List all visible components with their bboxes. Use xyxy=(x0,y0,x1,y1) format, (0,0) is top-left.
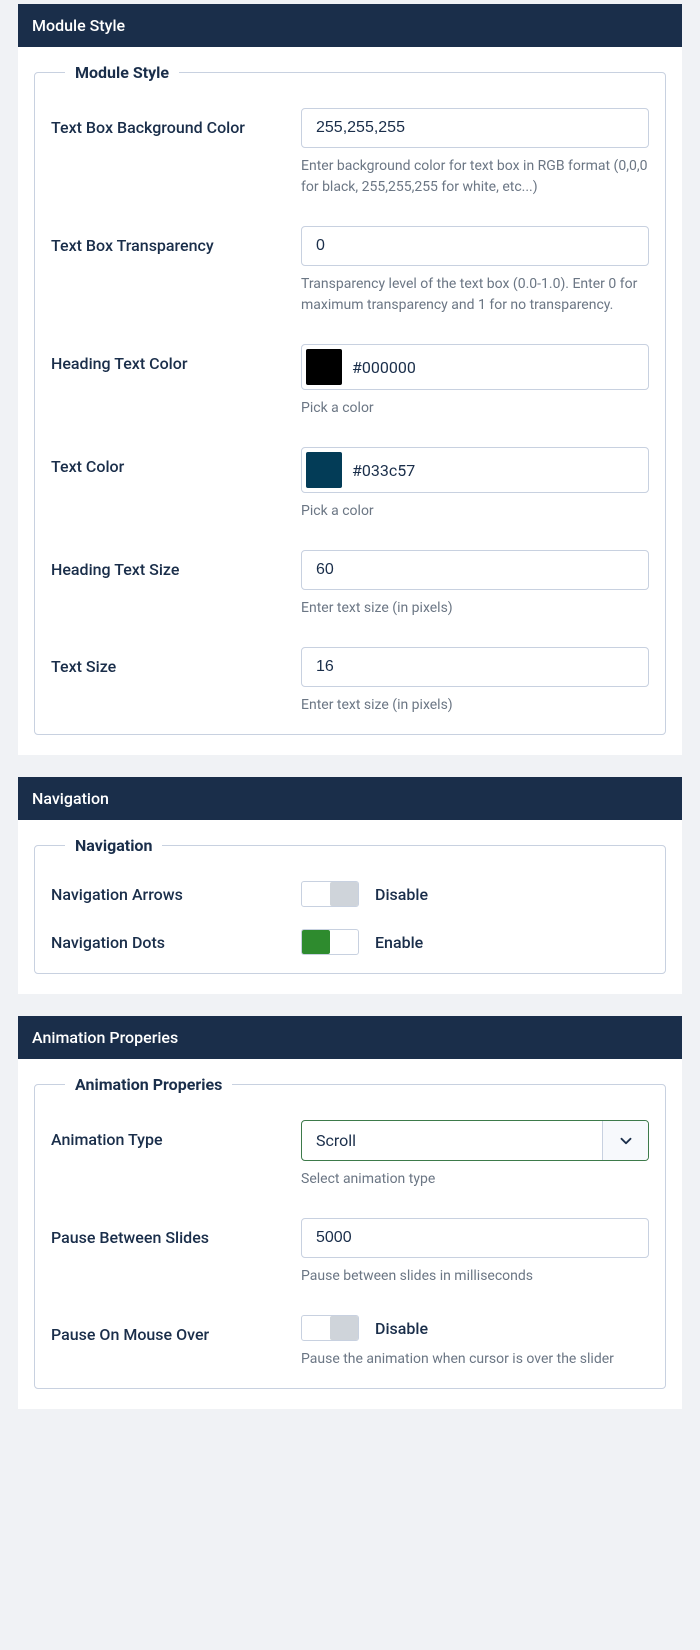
transparency-label: Text Box Transparency xyxy=(51,226,301,255)
bg-color-help: Enter background color for text box in R… xyxy=(301,156,649,198)
row-text-size: Text Size Enter text size (in pixels) xyxy=(51,647,649,716)
text-color-help: Pick a color xyxy=(301,501,649,522)
nav-dots-toggle[interactable] xyxy=(301,929,359,955)
heading-color-value: #000000 xyxy=(352,358,416,377)
nav-arrows-state: Disable xyxy=(375,885,428,904)
module-style-body: Module Style Text Box Background Color E… xyxy=(18,47,682,755)
bg-color-input[interactable] xyxy=(301,108,649,148)
animation-body: Animation Properies Animation Type Scrol… xyxy=(18,1059,682,1409)
heading-color-swatch xyxy=(306,349,342,385)
text-size-help: Enter text size (in pixels) xyxy=(301,695,649,716)
bg-color-label: Text Box Background Color xyxy=(51,108,301,137)
animation-group: Animation Properies Animation Type Scrol… xyxy=(34,1075,666,1389)
nav-arrows-label: Navigation Arrows xyxy=(51,885,301,904)
module-style-group: Module Style Text Box Background Color E… xyxy=(34,63,666,735)
pause-hover-state: Disable xyxy=(375,1319,428,1338)
pause-hover-help: Pause the animation when cursor is over … xyxy=(301,1349,649,1370)
row-text-color: Text Color #033c57 Pick a color xyxy=(51,447,649,522)
text-color-swatch xyxy=(306,452,342,488)
text-color-value: #033c57 xyxy=(352,461,415,480)
heading-size-input[interactable] xyxy=(301,550,649,590)
toggle-knob xyxy=(330,882,358,906)
row-pause-hover: Pause On Mouse Over Disable Pause the an… xyxy=(51,1315,649,1370)
row-transparency: Text Box Transparency Transparency level… xyxy=(51,226,649,316)
heading-color-picker[interactable]: #000000 xyxy=(301,344,649,390)
navigation-header: Navigation xyxy=(18,777,682,820)
navigation-group: Navigation Navigation Arrows Disable Nav… xyxy=(34,836,666,974)
pause-input[interactable] xyxy=(301,1218,649,1258)
transparency-input[interactable] xyxy=(301,226,649,266)
navigation-body: Navigation Navigation Arrows Disable Nav… xyxy=(18,820,682,994)
text-size-input[interactable] xyxy=(301,647,649,687)
module-style-legend: Module Style xyxy=(65,63,179,82)
animation-legend: Animation Properies xyxy=(65,1075,232,1094)
select-dropdown-button[interactable] xyxy=(602,1121,648,1160)
text-color-label: Text Color xyxy=(51,447,301,476)
toggle-knob xyxy=(302,930,330,954)
nav-dots-label: Navigation Dots xyxy=(51,933,301,952)
transparency-help: Transparency level of the text box (0.0-… xyxy=(301,274,649,316)
toggle-knob xyxy=(330,1316,358,1340)
row-bg-color: Text Box Background Color Enter backgrou… xyxy=(51,108,649,198)
row-nav-arrows: Navigation Arrows Disable xyxy=(51,881,649,907)
row-nav-dots: Navigation Dots Enable xyxy=(51,929,649,955)
animation-panel: Animation Properies Animation Properies … xyxy=(18,1016,682,1409)
navigation-panel: Navigation Navigation Navigation Arrows … xyxy=(18,777,682,994)
pause-help: Pause between slides in milliseconds xyxy=(301,1266,649,1287)
row-pause: Pause Between Slides Pause between slide… xyxy=(51,1218,649,1287)
pause-label: Pause Between Slides xyxy=(51,1218,301,1247)
module-style-panel: Module Style Module Style Text Box Backg… xyxy=(18,4,682,755)
row-heading-color: Heading Text Color #000000 Pick a color xyxy=(51,344,649,419)
row-anim-type: Animation Type Scroll Select animation t… xyxy=(51,1120,649,1190)
animation-header: Animation Properies xyxy=(18,1016,682,1059)
nav-dots-state: Enable xyxy=(375,933,423,952)
text-color-picker[interactable]: #033c57 xyxy=(301,447,649,493)
heading-color-help: Pick a color xyxy=(301,398,649,419)
anim-type-help: Select animation type xyxy=(301,1169,649,1190)
heading-color-label: Heading Text Color xyxy=(51,344,301,373)
pause-hover-toggle[interactable] xyxy=(301,1315,359,1341)
navigation-legend: Navigation xyxy=(65,836,162,855)
heading-size-help: Enter text size (in pixels) xyxy=(301,598,649,619)
pause-hover-label: Pause On Mouse Over xyxy=(51,1315,301,1344)
nav-arrows-toggle[interactable] xyxy=(301,881,359,907)
anim-type-value: Scroll xyxy=(302,1121,602,1160)
anim-type-select[interactable]: Scroll xyxy=(301,1120,649,1161)
module-style-header: Module Style xyxy=(18,4,682,47)
row-heading-size: Heading Text Size Enter text size (in pi… xyxy=(51,550,649,619)
heading-size-label: Heading Text Size xyxy=(51,550,301,579)
text-size-label: Text Size xyxy=(51,647,301,676)
chevron-down-icon xyxy=(617,1132,635,1150)
anim-type-label: Animation Type xyxy=(51,1120,301,1149)
